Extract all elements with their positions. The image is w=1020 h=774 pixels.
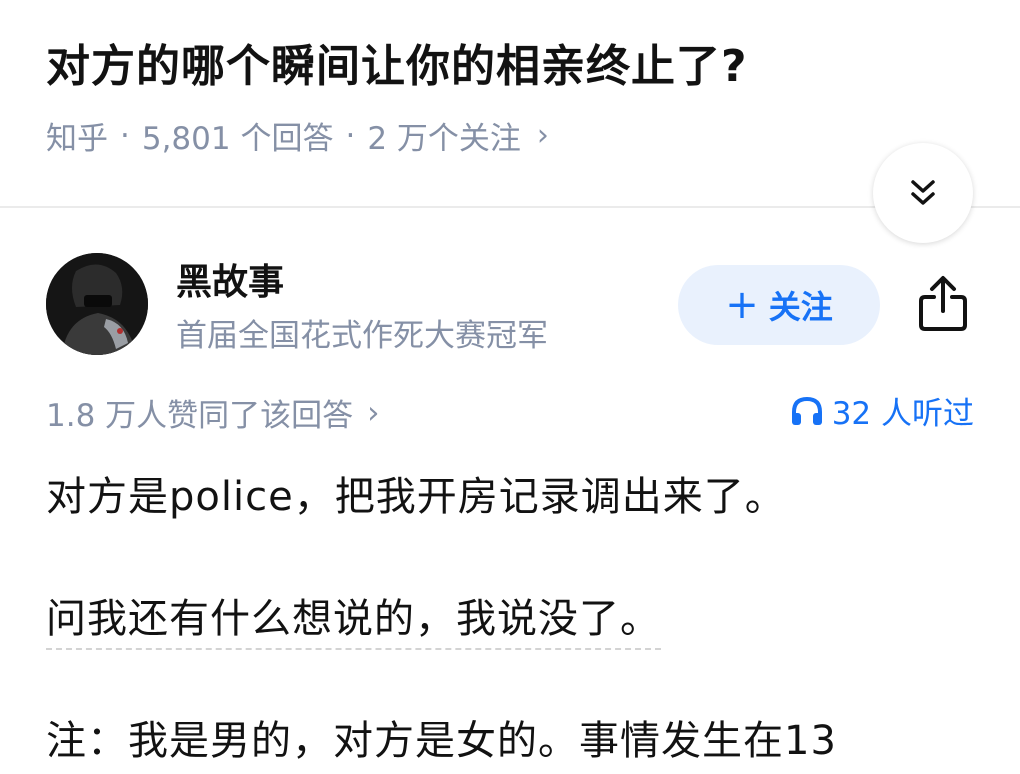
double-chevron-down-icon — [911, 180, 935, 205]
follow-label: 关注 — [768, 288, 833, 326]
upvote-info[interactable]: 1.8 万人赞同了该回答 › — [46, 390, 380, 435]
chevron-right-icon: › — [536, 118, 549, 153]
answer-paragraph: 对方是police，把我开房记录调出来了。 — [46, 474, 786, 520]
question-meta[interactable]: 知乎 · 5,801 个回答 · 2 万个关注 › — [46, 113, 549, 158]
follow-button[interactable]: + 关注 — [678, 265, 880, 345]
author-name[interactable]: 黑故事 — [176, 253, 284, 305]
listen-count: 32 人听过 — [831, 396, 974, 432]
headphones-icon — [791, 396, 822, 425]
upvote-text: 1.8 万人赞同了该回答 — [46, 398, 354, 434]
avatar-image — [46, 253, 148, 355]
meta-separator: · — [345, 117, 356, 154]
answer-paragraph[interactable]: 问我还有什么想说的，我说没了。 — [46, 586, 661, 650]
question-title[interactable]: 对方的哪个瞬间让你的相亲终止了? — [46, 30, 748, 94]
answer-paragraph: 注：我是男的，对方是女的。事情发生在13 — [46, 718, 837, 764]
answer-page: 对方的哪个瞬间让你的相亲终止了? 知乎 · 5,801 个回答 · 2 万个关注… — [0, 0, 1020, 774]
author-bio: 首届全国花式作死大赛冠军 — [176, 318, 548, 354]
avatar[interactable] — [46, 253, 148, 355]
plus-icon: + — [725, 282, 759, 328]
share-button[interactable] — [910, 268, 976, 338]
answer-count: 5,801 个回答 — [141, 121, 334, 157]
share-icon — [919, 276, 967, 331]
meta-separator: · — [120, 117, 130, 154]
chevron-right-icon: › — [367, 394, 380, 431]
follower-count: 2 万个关注 — [367, 121, 521, 157]
divider — [0, 206, 1020, 208]
collapse-button[interactable] — [873, 143, 973, 243]
listen-info[interactable]: 32 人听过 — [790, 388, 974, 433]
source-label: 知乎 — [46, 121, 108, 157]
